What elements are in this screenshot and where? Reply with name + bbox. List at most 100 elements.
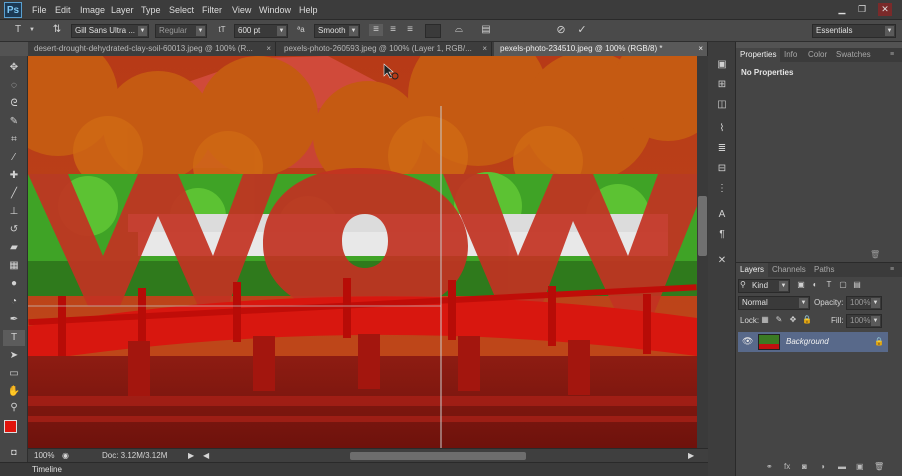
commit-icon[interactable]: ✓ (575, 24, 589, 36)
tools-icon[interactable]: ✕ (714, 254, 730, 268)
tab-channels[interactable]: Channels (768, 263, 810, 277)
history-brush-icon[interactable]: ↺ (3, 222, 25, 238)
text-color-swatch[interactable] (425, 24, 441, 38)
trash-icon[interactable]: 🗑 (870, 250, 880, 259)
tab-swatches[interactable]: Swatches (832, 48, 875, 62)
add-mask-icon[interactable]: ◙ (802, 462, 807, 471)
link-layers-icon[interactable]: ⚭ (766, 462, 773, 471)
lock-position-icon[interactable]: ✥ (788, 314, 798, 326)
menu-view[interactable]: View (232, 5, 251, 15)
document-canvas[interactable] (28, 56, 697, 448)
tab-paths[interactable]: Paths (810, 263, 838, 277)
restore-button[interactable]: ❐ (855, 3, 869, 16)
lock-pixels-icon[interactable]: ✎ (774, 314, 784, 326)
warp-text-icon[interactable]: ⌓ (452, 24, 466, 36)
visibility-eye-icon[interactable]: 👁 (742, 336, 753, 347)
shape-filter-icon[interactable]: ▢ (838, 279, 848, 291)
brush-panel-icon[interactable]: ⌇ (714, 122, 730, 136)
tab-properties[interactable]: Properties (736, 48, 781, 62)
type-filter-icon[interactable]: T (824, 279, 834, 291)
quick-mask-icon[interactable]: ◘ (3, 444, 25, 460)
menu-edit[interactable]: Edit (55, 5, 71, 15)
text-orientation-icon[interactable]: ⇅ (50, 24, 64, 36)
blend-mode-select[interactable]: Normal ▼ (738, 296, 810, 310)
eyedropper-tool-icon[interactable]: ⁄ (3, 150, 25, 166)
close-tab-icon[interactable]: × (698, 42, 703, 56)
type-tool-icon[interactable]: T (3, 330, 25, 346)
character-icon[interactable]: A (714, 208, 730, 222)
marquee-tool-icon[interactable]: ◌ (3, 78, 25, 94)
new-group-icon[interactable]: ▬ (838, 462, 846, 471)
tool-presets-icon[interactable]: ⋮ (714, 182, 730, 196)
scroll-right-icon[interactable]: ▶ (688, 451, 694, 460)
menu-window[interactable]: Window (259, 5, 291, 15)
tab-info[interactable]: Info (780, 48, 801, 62)
chevron-down-icon[interactable]: ▼ (28, 24, 36, 36)
menu-help[interactable]: Help (299, 5, 318, 15)
timeline-label[interactable]: Timeline (32, 465, 62, 474)
menu-type[interactable]: Type (141, 5, 161, 15)
hand-tool-icon[interactable]: ✋ (3, 384, 25, 400)
info-icon[interactable]: ◉ (62, 451, 69, 460)
move-tool-icon[interactable]: ✥ (3, 60, 25, 76)
adjustments-panel-icon[interactable]: ◫ (714, 98, 730, 112)
font-size-select[interactable]: 600 pt ▼ (234, 24, 288, 38)
smart-filter-icon[interactable]: ▤ (852, 279, 862, 291)
shape-tool-icon[interactable]: ▭ (3, 366, 25, 382)
zoom-level[interactable]: 100% (34, 451, 54, 460)
align-right-icon[interactable]: ≡ (403, 24, 417, 36)
character-panel-icon[interactable]: ▤ (479, 24, 493, 36)
paragraph-icon[interactable]: ¶ (714, 228, 730, 242)
vertical-scrollbar[interactable] (697, 56, 708, 448)
lock-transparent-icon[interactable]: ▦ (760, 314, 770, 326)
menu-file[interactable]: File (32, 5, 47, 15)
adjustment-filter-icon[interactable]: ◐ (810, 279, 820, 291)
fill-field[interactable]: 100% ▼ (846, 314, 882, 328)
clone-source-icon[interactable]: ⊟ (714, 162, 730, 176)
close-tab-icon[interactable]: × (482, 42, 487, 56)
pixel-filter-icon[interactable]: ▣ (796, 279, 806, 291)
lasso-tool-icon[interactable]: ᘓ (3, 96, 25, 112)
dodge-tool-icon[interactable]: ◔ (3, 294, 25, 310)
scroll-thumb[interactable] (698, 196, 707, 256)
tab-pexels-260593[interactable]: pexels-photo-260593.jpeg @ 100% (Layer 1… (278, 42, 492, 56)
scroll-left-icon[interactable]: ◀ (203, 451, 209, 460)
path-select-icon[interactable]: ➤ (3, 348, 25, 364)
foreground-color-swatch[interactable] (4, 420, 17, 433)
minimize-button[interactable]: ▁ (835, 3, 849, 16)
tab-color[interactable]: Color (804, 48, 831, 62)
layer-row-background[interactable]: 👁 Background 🔒 (738, 332, 888, 352)
tab-layers[interactable]: Layers (736, 263, 769, 277)
cancel-icon[interactable]: ⊘ (554, 24, 568, 36)
actions-panel-icon[interactable]: ⊞ (714, 78, 730, 92)
font-style-select[interactable]: Regular ▼ (155, 24, 207, 38)
adjustment-layer-icon[interactable]: ◑ (820, 462, 825, 471)
lock-all-icon[interactable]: 🔒 (802, 314, 812, 326)
tab-pexels-234510[interactable]: pexels-photo-234510.jpeg @ 100% (RGB/8) … (494, 42, 708, 56)
quick-select-tool-icon[interactable]: ✎ (3, 114, 25, 130)
anti-alias-select[interactable]: Smooth ▼ (314, 24, 360, 38)
close-window-button[interactable]: ✕ (878, 3, 892, 16)
healing-brush-icon[interactable]: ✚ (3, 168, 25, 184)
crop-tool-icon[interactable]: ⌗ (3, 132, 25, 148)
brush-presets-icon[interactable]: ≣ (714, 142, 730, 156)
type-tool-preset-icon[interactable]: T (10, 24, 26, 36)
menu-layer[interactable]: Layer (111, 5, 134, 15)
tab-desert-drought[interactable]: desert-drought-dehydrated-clay-soil-6001… (28, 42, 276, 56)
panel-menu-icon[interactable]: ≡ (886, 263, 898, 277)
workspace-select[interactable]: Essentials ▼ (812, 24, 896, 38)
align-center-icon[interactable]: ≡ (386, 24, 400, 36)
status-arrow-icon[interactable]: ▶ (188, 451, 194, 460)
eraser-tool-icon[interactable]: ▰ (3, 240, 25, 256)
menu-image[interactable]: Image (80, 5, 105, 15)
close-tab-icon[interactable]: × (266, 42, 271, 56)
horizontal-scroll-thumb[interactable] (350, 452, 526, 460)
new-layer-icon[interactable]: ▣ (856, 462, 864, 471)
align-left-icon[interactable]: ≡ (369, 24, 383, 36)
clone-stamp-icon[interactable]: ⊥ (3, 204, 25, 220)
history-panel-icon[interactable]: ▣ (714, 58, 730, 72)
panel-menu-icon[interactable]: ≡ (886, 48, 898, 62)
pen-tool-icon[interactable]: ✒ (3, 312, 25, 328)
gradient-tool-icon[interactable]: ▦ (3, 258, 25, 274)
layer-name[interactable]: Background (786, 337, 829, 346)
